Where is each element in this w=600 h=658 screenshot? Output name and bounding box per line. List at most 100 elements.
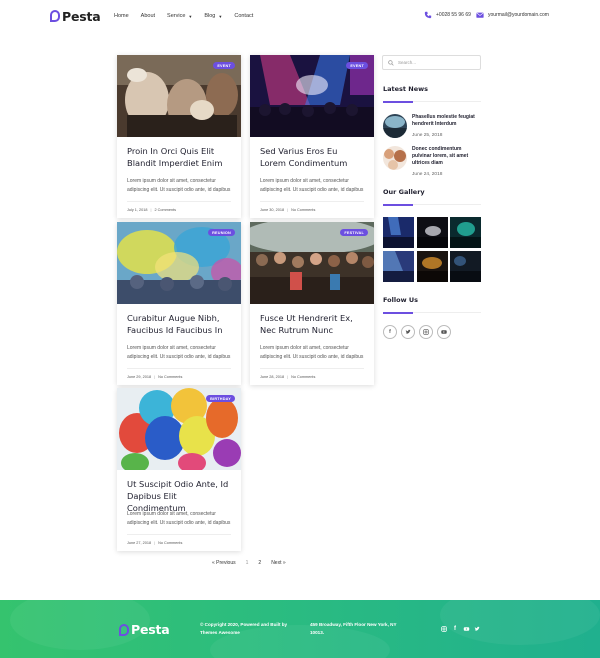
instagram-icon[interactable] bbox=[419, 325, 433, 339]
gallery-thumbnail[interactable] bbox=[416, 217, 448, 248]
post-title[interactable]: Sed Varius Eros Eu Lorem Condimentum bbox=[260, 145, 364, 171]
post-image[interactable]: BIRTHDAY bbox=[117, 388, 241, 470]
pagination-page-1[interactable]: 1 bbox=[246, 560, 249, 566]
news-date: June 25, 2018 bbox=[412, 133, 443, 138]
news-date: June 24, 2018 bbox=[412, 172, 443, 177]
meta-separator: | bbox=[154, 375, 156, 379]
post-comments[interactable]: No Comments bbox=[291, 208, 315, 212]
nav-home-label: Home bbox=[114, 13, 129, 19]
post-comments[interactable]: No Comments bbox=[291, 375, 315, 379]
gallery-thumbnail[interactable] bbox=[450, 250, 481, 282]
site-logo[interactable]: Pesta bbox=[50, 9, 101, 24]
gallery-grid bbox=[383, 217, 481, 282]
post-card[interactable]: EVENT Proin In Orci Quis Elit Blandit Im… bbox=[117, 55, 241, 218]
pagination-next[interactable]: Next » bbox=[271, 560, 285, 566]
post-image[interactable]: FESTIVAL bbox=[250, 222, 374, 304]
category-badge[interactable]: BIRTHDAY bbox=[206, 395, 235, 402]
gallery-thumbnail[interactable] bbox=[383, 217, 414, 248]
twitter-icon[interactable] bbox=[401, 325, 415, 339]
youtube-icon[interactable] bbox=[437, 325, 451, 339]
email-address: yourmail@yourdomain.com bbox=[488, 12, 549, 18]
post-excerpt: Lorem ipsum dolor sit amet, consectetur … bbox=[260, 345, 364, 360]
news-title[interactable]: Phasellus molestie feugiat hendrerit Int… bbox=[412, 114, 481, 128]
gallery-thumbnail[interactable] bbox=[416, 250, 448, 282]
news-title[interactable]: Donec condimentum pulvinar lorem, sit am… bbox=[412, 146, 481, 167]
post-image[interactable]: EVENT bbox=[117, 55, 241, 137]
youtube-icon[interactable] bbox=[462, 625, 470, 633]
post-date[interactable]: July 1, 2018 bbox=[127, 208, 147, 212]
main-nav: Home About Service ▼ Blog ▼ Contact bbox=[114, 13, 265, 19]
post-meta: June 29, 2018 | No Comments bbox=[127, 368, 231, 379]
post-excerpt: Lorem ipsum dolor sit amet, consectetur … bbox=[127, 178, 231, 193]
post-title[interactable]: Fusce Ut Hendrerit Ex, Nec Rutrum Nunc bbox=[260, 312, 364, 338]
post-comments[interactable]: No Comments bbox=[158, 541, 182, 545]
post-card[interactable]: FESTIVAL Fusce Ut Hendrerit Ex, Nec Rutr… bbox=[250, 222, 374, 385]
post-meta: June 30, 2018 | No Comments bbox=[260, 201, 364, 212]
site-footer: Pesta © Copyright 2020, Powered and Buil… bbox=[0, 600, 600, 658]
footer-logo-text: Pesta bbox=[131, 622, 170, 637]
post-image[interactable]: REUNION bbox=[117, 222, 241, 304]
widget-divider bbox=[383, 100, 481, 103]
post-title[interactable]: Ut Suscipit Odio Ante, Id Dapibus Elit C… bbox=[127, 478, 231, 513]
post-date[interactable]: June 29, 2018 bbox=[127, 375, 151, 379]
meta-separator: | bbox=[150, 208, 152, 212]
meta-separator: | bbox=[154, 541, 156, 545]
chevron-down-icon: ▼ bbox=[218, 13, 223, 19]
search-placeholder: Search... bbox=[398, 60, 417, 65]
nav-service-label: Service bbox=[167, 13, 186, 19]
chevron-down-icon: ▼ bbox=[188, 13, 193, 19]
facebook-icon[interactable]: f bbox=[451, 625, 459, 633]
phone-icon bbox=[424, 11, 432, 19]
post-card[interactable]: REUNION Curabitur Augue Nibh, Faucibus I… bbox=[117, 222, 241, 385]
widget-divider bbox=[383, 311, 481, 314]
post-title[interactable]: Curabitur Augue Nibh, Faucibus Id Faucib… bbox=[127, 312, 231, 338]
footer-background bbox=[10, 600, 600, 658]
instagram-icon[interactable] bbox=[440, 625, 448, 633]
site-header: Pesta Home About Service ▼ Blog ▼ Contact … bbox=[0, 0, 600, 34]
nav-contact[interactable]: Contact bbox=[234, 13, 253, 19]
post-excerpt: Lorem ipsum dolor sit amet, consectetur … bbox=[127, 345, 231, 360]
nav-service[interactable]: Service ▼ bbox=[167, 13, 192, 19]
search-input[interactable]: Search... bbox=[382, 55, 481, 70]
post-date[interactable]: June 28, 2018 bbox=[260, 375, 284, 379]
gallery-thumbnail[interactable] bbox=[383, 250, 414, 282]
header-phone[interactable]: +0028 55 96 69 bbox=[424, 11, 471, 19]
gallery-heading: Our Gallery bbox=[383, 188, 425, 196]
facebook-icon[interactable]: f bbox=[383, 325, 397, 339]
post-meta: July 1, 2018 | 2 Comments bbox=[127, 201, 231, 212]
nav-about[interactable]: About bbox=[141, 13, 155, 19]
news-thumbnail[interactable] bbox=[383, 114, 407, 138]
post-card[interactable]: EVENT Sed Varius Eros Eu Lorem Condiment… bbox=[250, 55, 374, 218]
pagination: « Previous 1 2 Next » bbox=[212, 560, 296, 566]
post-comments[interactable]: 2 Comments bbox=[154, 208, 176, 212]
latest-news-heading: Latest News bbox=[383, 85, 429, 93]
nav-contact-label: Contact bbox=[234, 13, 254, 19]
category-badge[interactable]: EVENT bbox=[213, 62, 235, 69]
header-email[interactable]: yourmail@yourdomain.com bbox=[476, 11, 549, 19]
post-card[interactable]: BIRTHDAY Ut Suscipit Odio Ante, Id Dapib… bbox=[117, 388, 241, 551]
nav-home[interactable]: Home bbox=[114, 13, 129, 19]
news-item[interactable]: Donec condimentum pulvinar lorem, sit am… bbox=[383, 146, 481, 177]
category-badge[interactable]: EVENT bbox=[346, 62, 368, 69]
pagination-page-2[interactable]: 2 bbox=[258, 560, 261, 566]
meta-separator: | bbox=[287, 208, 289, 212]
twitter-icon[interactable] bbox=[473, 625, 481, 633]
news-thumbnail[interactable] bbox=[383, 146, 407, 170]
nav-blog[interactable]: Blog ▼ bbox=[204, 13, 222, 19]
footer-address: 459 Broadway, Fifth Floor New York, NY 1… bbox=[310, 622, 397, 635]
meta-separator: | bbox=[287, 375, 289, 379]
post-date[interactable]: June 27, 2018 bbox=[127, 541, 151, 545]
logo-mark-icon bbox=[119, 623, 129, 636]
post-comments[interactable]: No Comments bbox=[158, 375, 182, 379]
logo-mark-icon bbox=[50, 10, 60, 22]
footer-logo[interactable]: Pesta bbox=[119, 622, 170, 637]
category-badge[interactable]: FESTIVAL bbox=[340, 229, 368, 236]
pagination-previous[interactable]: « Previous bbox=[212, 560, 236, 566]
post-image[interactable]: EVENT bbox=[250, 55, 374, 137]
post-date[interactable]: June 30, 2018 bbox=[260, 208, 284, 212]
gallery-thumbnail[interactable] bbox=[450, 217, 481, 248]
post-title[interactable]: Proin In Orci Quis Elit Blandit Imperdie… bbox=[127, 145, 231, 171]
category-badge[interactable]: REUNION bbox=[208, 229, 235, 236]
news-item[interactable]: Phasellus molestie feugiat hendrerit Int… bbox=[383, 114, 481, 138]
envelope-icon bbox=[476, 11, 484, 19]
